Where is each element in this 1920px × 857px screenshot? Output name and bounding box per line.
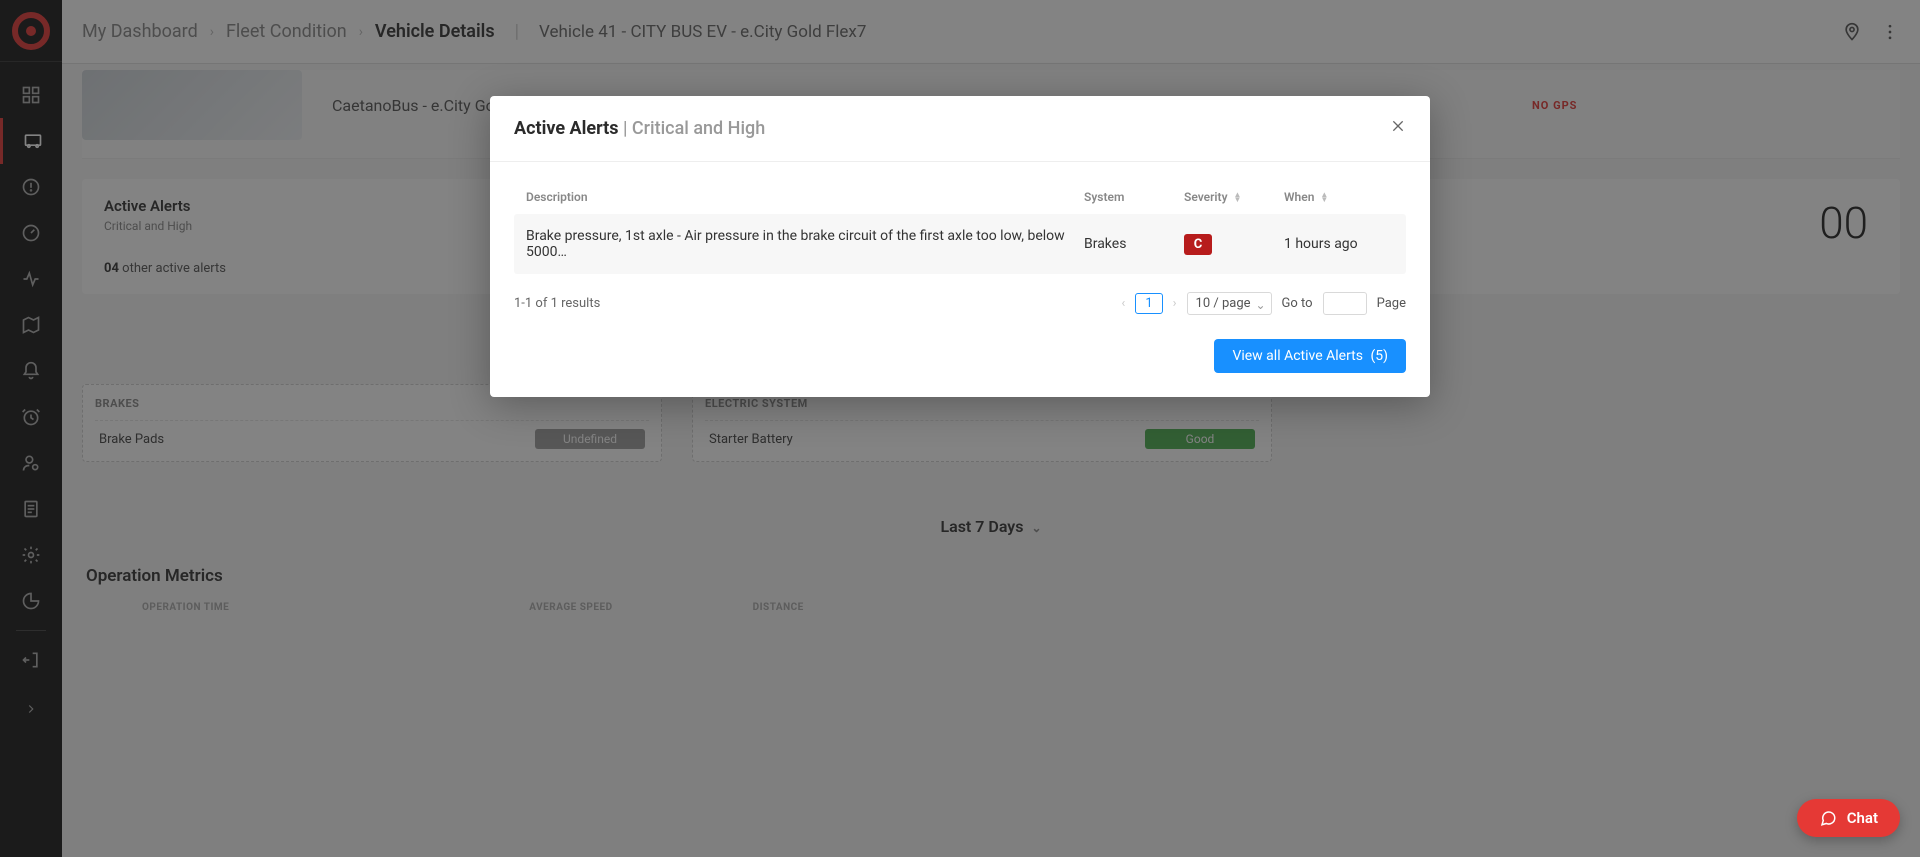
page-size-select[interactable]: 10 / page xyxy=(1187,292,1272,315)
alerts-table-header: Description System Severity ▲▼ When ▲▼ xyxy=(514,180,1406,214)
alert-system: Brakes xyxy=(1084,236,1184,252)
next-page[interactable]: › xyxy=(1173,296,1177,311)
goto-label: Go to xyxy=(1282,296,1313,311)
alert-description: Brake pressure, 1st axle - Air pressure … xyxy=(526,228,1084,260)
sort-icon: ▲▼ xyxy=(1320,192,1328,202)
page-number[interactable]: 1 xyxy=(1135,293,1162,314)
severity-badge: C xyxy=(1184,234,1212,255)
active-alerts-modal: Active Alerts | Critical and High Descri… xyxy=(490,96,1430,397)
chat-button[interactable]: Chat xyxy=(1797,799,1900,837)
col-when[interactable]: When ▲▼ xyxy=(1284,190,1394,204)
col-description[interactable]: Description xyxy=(526,190,1084,204)
close-icon xyxy=(1390,118,1406,134)
modal-close-button[interactable] xyxy=(1390,118,1406,139)
sort-icon: ▲▼ xyxy=(1234,192,1242,202)
prev-page[interactable]: ‹ xyxy=(1121,296,1125,311)
modal-title: Active Alerts | Critical and High xyxy=(514,118,765,139)
col-severity[interactable]: Severity ▲▼ xyxy=(1184,190,1284,204)
results-count: 1-1 of 1 results xyxy=(514,296,600,311)
view-all-alerts-button[interactable]: View all Active Alerts (5) xyxy=(1214,339,1406,373)
alert-row[interactable]: Brake pressure, 1st axle - Air pressure … xyxy=(514,214,1406,274)
goto-page-input[interactable] xyxy=(1323,292,1367,315)
chat-icon xyxy=(1819,809,1837,827)
pagination: ‹ 1 › 10 / page Go to Page xyxy=(1121,292,1406,315)
col-system[interactable]: System xyxy=(1084,190,1184,204)
alert-when: 1 hours ago xyxy=(1284,236,1394,252)
page-label: Page xyxy=(1377,296,1406,311)
